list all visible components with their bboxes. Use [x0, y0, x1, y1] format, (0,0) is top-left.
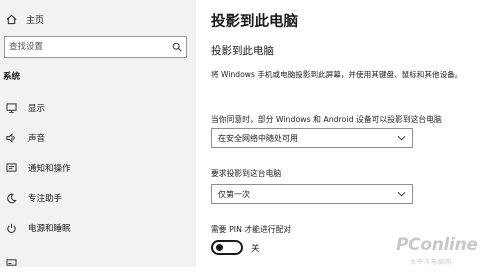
- search-input[interactable]: [5, 41, 168, 53]
- pin-pairing-toggle-label: 关: [251, 243, 260, 254]
- page-title: 投影到此电脑: [211, 14, 298, 30]
- pin-pairing-toggle[interactable]: [211, 240, 243, 255]
- toggle-knob: [216, 244, 223, 251]
- sidebar-item-label: 通知和操作: [28, 164, 71, 174]
- section-label-system: 系统: [3, 72, 21, 82]
- ask-projection-value: 仅第一次: [218, 189, 250, 199]
- chevron-down-icon: [397, 190, 406, 199]
- description-text: 将 Windows 手机或电脑投影到此屏幕，并使用其键盘、鼠标和其他设备。: [211, 70, 463, 79]
- availability-dropdown[interactable]: 在安全网络中随处可用: [211, 128, 413, 148]
- availability-label: 当你同意时，部分 Windows 和 Android 设备可以投影到这台电脑: [211, 115, 442, 124]
- sidebar-item-label: 专注助手: [28, 194, 63, 204]
- moon-icon: [5, 193, 17, 204]
- sidebar-item-focus-assist[interactable]: 专注助手: [0, 188, 196, 208]
- notification-icon: [5, 163, 17, 173]
- ask-projection-dropdown[interactable]: 仅第一次: [211, 184, 413, 204]
- sidebar-item-label: 显示: [28, 104, 46, 114]
- home-icon: [5, 14, 17, 25]
- sidebar-item-power-sleep[interactable]: 电源和睡眠: [0, 218, 196, 238]
- search-box[interactable]: [4, 36, 187, 58]
- main-panel: 投影到此电脑 投影到此电脑 将 Windows 手机或电脑投影到此屏幕，并使用其…: [196, 0, 500, 267]
- speaker-icon: [5, 133, 17, 143]
- watermark-main: PConline: [396, 235, 478, 255]
- sidebar: 主页 系统 显示 声音 通知和操作 专注助手 电源和睡眠: [0, 0, 196, 267]
- power-icon: [5, 223, 17, 234]
- storage-icon: [5, 258, 17, 267]
- nav-home-label: 主页: [26, 15, 45, 26]
- nav-home[interactable]: 主页: [5, 11, 44, 27]
- watermark-sub: 太平洋电脑网: [410, 259, 453, 266]
- search-icon[interactable]: [168, 42, 186, 52]
- display-icon: [5, 103, 17, 113]
- sidebar-item-display[interactable]: 显示: [0, 98, 196, 118]
- sidebar-item-sound[interactable]: 声音: [0, 128, 196, 148]
- watermark-logo: PConline 太平洋电脑网: [396, 235, 478, 266]
- sidebar-item-label: 电源和睡眠: [28, 224, 71, 234]
- ask-projection-label: 要求投影到这台电脑: [211, 169, 282, 178]
- pin-pairing-row: 关: [211, 240, 260, 255]
- sidebar-item-label: 声音: [28, 134, 46, 144]
- pin-pairing-label: 需要 PIN 才能进行配对: [211, 225, 292, 234]
- sidebar-item-storage[interactable]: [0, 252, 196, 272]
- section-title: 投影到此电脑: [211, 45, 274, 57]
- sidebar-item-notifications[interactable]: 通知和操作: [0, 158, 196, 178]
- chevron-down-icon: [397, 134, 406, 143]
- availability-value: 在安全网络中随处可用: [218, 133, 298, 143]
